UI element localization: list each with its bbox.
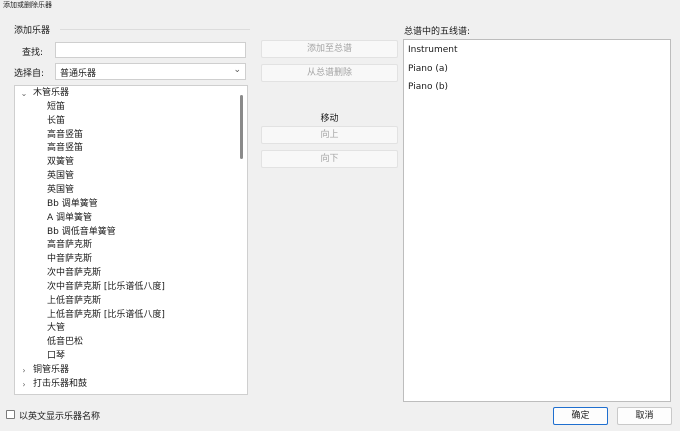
tree-item[interactable]: 长笛	[47, 115, 65, 128]
show-english-checkbox[interactable]	[6, 410, 15, 419]
cancel-button[interactable]: 取消	[617, 407, 672, 425]
score-staff-item[interactable]: Piano (a)	[408, 64, 448, 74]
tree-item[interactable]: 高音竖笛	[47, 129, 83, 142]
tree-category-label: 铜管乐器	[33, 365, 70, 375]
tree-item[interactable]: 上低音萨克斯 [比乐谱低八度]	[47, 309, 165, 322]
tree-item[interactable]: 次中音萨克斯	[47, 267, 101, 280]
from-label: 选择自:	[14, 69, 45, 79]
tree-item[interactable]: 高音萨克斯	[47, 239, 92, 252]
title-bar: 添加或删除乐器	[0, 0, 680, 11]
tree-category-label: 木管乐器	[33, 88, 70, 98]
tree-item[interactable]: 上低音萨克斯	[47, 295, 101, 308]
move-down-button[interactable]: 向下	[261, 150, 398, 168]
group-divider	[60, 29, 250, 30]
tree-item[interactable]: Bb 调低音单簧管	[47, 226, 116, 239]
add-to-score-button[interactable]: 添加至总谱	[261, 40, 398, 58]
instrument-source-value: 普通乐器	[60, 69, 97, 79]
window-title: 添加或删除乐器	[3, 1, 52, 9]
show-english-label[interactable]: 以英文显示乐器名称	[19, 409, 100, 422]
search-label: 查找:	[22, 48, 44, 58]
chevron-down-icon: ⌄	[233, 65, 241, 75]
chevron-right-icon[interactable]: ›	[19, 364, 29, 377]
remove-from-score-button[interactable]: 从总谱删除	[261, 64, 398, 82]
tree-item[interactable]: 低音巴松	[47, 336, 83, 349]
tree-item[interactable]: 双簧管	[47, 156, 74, 169]
tree-item[interactable]: 次中音萨克斯 [比乐谱低八度]	[47, 281, 165, 294]
score-staff-item[interactable]: Piano (b)	[408, 82, 448, 92]
tree-item[interactable]: 大管	[47, 322, 65, 335]
add-group-label: 添加乐器	[14, 26, 51, 36]
tree-item[interactable]: 英国管	[47, 184, 74, 197]
tree-item[interactable]: 短笛	[47, 101, 65, 114]
tree-item[interactable]: Bb 调单簧管	[47, 198, 98, 211]
search-input[interactable]	[55, 42, 246, 58]
score-staves-label: 总谱中的五线谱:	[404, 27, 471, 37]
tree-item[interactable]: 中音萨克斯	[47, 253, 92, 266]
score-staves-list[interactable]: Instrument Piano (a) Piano (b)	[403, 39, 671, 402]
score-staff-item[interactable]: Instrument	[408, 45, 458, 55]
chevron-right-icon[interactable]: ›	[19, 378, 29, 391]
tree-item[interactable]: 英国管	[47, 170, 74, 183]
move-label: 移动	[320, 114, 339, 124]
tree-item[interactable]: 高音竖笛	[47, 142, 83, 155]
tree-category-label: 打击乐器和鼓	[33, 378, 88, 389]
chevron-down-icon[interactable]: ⌄	[19, 87, 29, 100]
instrument-source-select[interactable]: 普通乐器 ⌄	[55, 63, 246, 80]
tree-scrollbar-thumb[interactable]	[240, 95, 243, 159]
tree-item[interactable]: A 调单簧管	[47, 212, 92, 225]
tree-item[interactable]: 口琴	[47, 350, 65, 363]
move-up-button[interactable]: 向上	[261, 126, 398, 144]
ok-button[interactable]: 确定	[553, 407, 608, 425]
instrument-tree[interactable]: ⌄ 木管乐器 短笛 长笛 高音竖笛 高音竖笛 双簧管 英国管 英国管 Bb 调单簧管 A 调单簧管 B…	[14, 85, 248, 395]
